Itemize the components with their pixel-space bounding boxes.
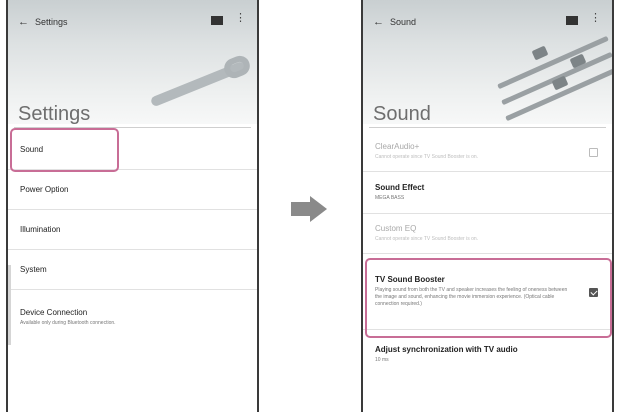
settings-screen: Settings ← Settings ⋮ Sound Power Option… (6, 0, 259, 412)
item-subtitle: Available only during Bluetooth connecti… (20, 319, 116, 326)
scrollbar[interactable] (8, 265, 11, 345)
item-title: System (20, 265, 47, 274)
sound-item-custom-eq[interactable]: Custom EQ Cannot operate since TV Sound … (363, 214, 612, 254)
highlight-box (365, 258, 612, 338)
back-arrow-icon[interactable]: ← (373, 16, 384, 28)
item-title: Adjust synchronization with TV audio (375, 344, 518, 354)
item-title: Device Connection (20, 307, 88, 317)
clearaudio-checkbox[interactable] (589, 147, 598, 157)
record-icon[interactable] (211, 16, 223, 25)
item-subtitle: MEGA BASS (375, 195, 405, 202)
kebab-menu-icon[interactable]: ⋮ (590, 13, 601, 24)
highlight-box (10, 128, 119, 172)
mixer-illustration (483, 35, 612, 122)
sound-list: ClearAudio+ Cannot operate since TV Soun… (363, 132, 612, 378)
page-title: Settings (18, 103, 91, 124)
topbar-title: Settings (35, 17, 68, 27)
tools-illustration (148, 52, 257, 108)
item-title: ClearAudio+ (375, 142, 420, 152)
top-bar: ← Sound ⋮ (363, 0, 612, 44)
item-title: Power Option (20, 185, 69, 194)
sound-screen: Sound ← Sound ⋮ ClearAudio+ Cannot opera… (361, 0, 614, 412)
page-title: Sound (373, 103, 431, 124)
right-arrow-icon (291, 196, 329, 222)
settings-item-power-option[interactable]: Power Option (8, 170, 257, 210)
record-icon[interactable] (566, 16, 578, 25)
item-subtitle: Cannot operate since TV Sound Booster is… (375, 236, 479, 243)
settings-item-system[interactable]: System (8, 250, 257, 290)
item-subtitle: Cannot operate since TV Sound Booster is… (375, 154, 479, 161)
back-arrow-icon[interactable]: ← (18, 16, 29, 28)
sound-item-sound-effect[interactable]: Sound Effect MEGA BASS (363, 172, 612, 214)
kebab-menu-icon[interactable]: ⋮ (235, 13, 246, 24)
item-title: Custom EQ (375, 224, 417, 234)
item-title: Sound Effect (375, 183, 425, 193)
sound-item-clearaudio[interactable]: ClearAudio+ Cannot operate since TV Soun… (363, 132, 612, 172)
item-subtitle: 10 ms (375, 356, 389, 363)
item-title: Illumination (20, 225, 61, 234)
topbar-title: Sound (390, 17, 417, 27)
settings-item-device-connection[interactable]: Device Connection Available only during … (8, 290, 257, 344)
top-bar: ← Settings ⋮ (8, 0, 257, 44)
divider (369, 127, 606, 128)
settings-item-illumination[interactable]: Illumination (8, 210, 257, 250)
